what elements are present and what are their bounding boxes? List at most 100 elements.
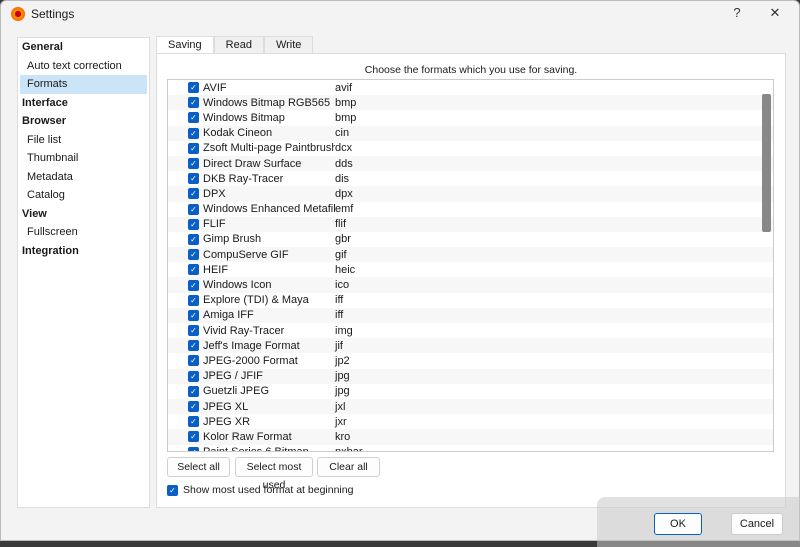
sidebar-item-fullscreen[interactable]: Fullscreen [18,223,149,242]
format-extension: pxbar [335,446,363,451]
checkbox-checked-icon[interactable]: ✓ [188,401,199,413]
format-row[interactable]: ✓ Amiga IFF iff [168,307,773,323]
format-row[interactable]: ✓ Windows Bitmap RGB565 bmp [168,95,773,111]
format-extension: jxr [335,415,347,428]
checkbox-checked-icon[interactable]: ✓ [188,355,199,367]
format-extension: cin [335,127,350,140]
format-extension: jpg [335,385,350,398]
select-all-button[interactable]: Select all [167,457,230,477]
format-row[interactable]: ✓ Windows Icon ico [168,277,773,293]
sidebar-item-browser[interactable]: Browser [18,112,149,131]
checkbox-checked-icon[interactable]: ✓ [188,249,199,261]
format-extension: bmp [335,111,357,124]
checkbox-checked-icon[interactable]: ✓ [188,173,199,185]
saving-pane: Choose the formats which you use for sav… [156,53,786,508]
checkbox-checked-icon[interactable]: ✓ [188,279,199,291]
format-tabs: Saving Read Write [156,36,314,54]
checkbox-checked-icon[interactable]: ✓ [188,416,199,428]
tab-saving[interactable]: Saving [156,36,214,54]
format-row[interactable]: ✓ Kolor Raw Format kro [168,429,773,445]
checkbox-checked-icon[interactable]: ✓ [188,203,199,215]
help-button[interactable]: ? [727,5,747,23]
checkbox-checked-icon[interactable]: ✓ [188,309,199,321]
format-name: Amiga IFF [203,309,254,322]
tab-read[interactable]: Read [213,36,264,53]
format-row[interactable]: ✓ HEIF heic [168,262,773,277]
checkbox-checked-icon[interactable]: ✓ [188,446,199,451]
format-row[interactable]: ✓ JPEG / JFIF jpg [168,368,773,384]
format-row[interactable]: ✓ Explore (TDI) & Maya iff [168,293,773,308]
format-row[interactable]: ✓ FLIF flif [168,216,773,232]
format-extension: heic [335,263,356,276]
sidebar-item-formats[interactable]: Formats [20,75,147,94]
format-row[interactable]: ✓ Windows Enhanced Metafile emf [168,202,773,217]
list-scrollbar[interactable] [762,94,771,232]
format-extension: avif [335,81,353,94]
format-name: Gimp Brush [203,233,262,246]
format-name: Windows Bitmap RGB565 [203,96,331,109]
checkbox-checked-icon[interactable]: ✓ [188,294,199,306]
sidebar-item-catalog[interactable]: Catalog [18,186,149,205]
checkbox-checked-icon[interactable]: ✓ [188,264,199,276]
format-row[interactable]: ✓ JPEG-2000 Format jp2 [168,353,773,368]
checkbox-checked-icon[interactable]: ✓ [188,142,199,154]
format-extension: ico [335,279,350,292]
tab-write[interactable]: Write [263,36,314,53]
checkbox-checked-icon[interactable]: ✓ [167,484,178,496]
format-row[interactable]: ✓ JPEG XR jxr [168,414,773,429]
checkbox-checked-icon[interactable]: ✓ [188,218,199,230]
sidebar-item-auto-text-correction[interactable]: Auto text correction [18,57,149,76]
format-name: JPEG XL [203,400,249,413]
sidebar-item-integration[interactable]: Integration [18,242,149,261]
format-extension: jpg [335,370,350,383]
format-name: JPEG XR [203,415,251,428]
format-extension: kro [335,430,351,443]
format-extension: iff [335,294,344,307]
sidebar-item-file-list[interactable]: File list [18,131,149,150]
format-row[interactable]: ✓ Direct Draw Surface dds [168,155,773,172]
format-row[interactable]: ✓ Kodak Cineon cin [168,125,773,141]
format-row[interactable]: ✓ DKB Ray-Tracer dis [168,171,773,186]
format-row[interactable]: ✓ JPEG XL jxl [168,398,773,415]
format-name: Windows Enhanced Metafile [203,203,335,216]
format-name: Zsoft Multi-page Paintbrush [203,142,335,155]
sidebar-item-metadata[interactable]: Metadata [18,168,149,187]
checkbox-checked-icon[interactable]: ✓ [188,325,199,337]
checkbox-checked-icon[interactable]: ✓ [188,112,199,124]
show-most-used-label: Show most used format at beginning [183,484,354,496]
format-row[interactable]: ✓ Guetzli JPEG jpg [168,384,773,399]
checkbox-checked-icon[interactable]: ✓ [188,233,199,245]
checkbox-checked-icon[interactable]: ✓ [188,340,199,352]
sidebar-item-general[interactable]: General [18,38,149,57]
checkbox-checked-icon[interactable]: ✓ [188,385,199,397]
sidebar-item-interface[interactable]: Interface [18,94,149,113]
format-row[interactable]: ✓ DPX dpx [168,186,773,202]
checkbox-checked-icon[interactable]: ✓ [188,97,199,109]
checkbox-checked-icon[interactable]: ✓ [188,158,199,170]
close-button[interactable]: ✕ [765,5,785,23]
format-row[interactable]: ✓ CompuServe GIF gif [168,247,773,263]
checkbox-checked-icon[interactable]: ✓ [188,82,199,94]
format-name: Vivid Ray-Tracer [203,324,285,337]
show-most-used-checkbox[interactable]: ✓ Show most used format at beginning [167,484,353,496]
checkbox-checked-icon[interactable]: ✓ [188,127,199,139]
checkbox-checked-icon[interactable]: ✓ [188,370,199,382]
format-row[interactable]: ✓ Windows Bitmap bmp [168,110,773,125]
app-logo-icon [11,7,25,21]
select-most-used-button[interactable]: Select most used [235,457,313,491]
format-row[interactable]: ✓ Vivid Ray-Tracer img [168,323,773,338]
format-row[interactable]: ✓ Jeff's Image Format jif [168,338,773,354]
sidebar-item-view[interactable]: View [18,205,149,224]
clear-all-button[interactable]: Clear all [317,457,380,477]
format-row[interactable]: ✓ Zsoft Multi-page Paintbrush dcx [168,141,773,156]
checkbox-checked-icon[interactable]: ✓ [188,188,199,200]
checkbox-checked-icon[interactable]: ✓ [188,431,199,443]
sidebar-item-thumbnail[interactable]: Thumbnail [18,149,149,168]
ok-button[interactable]: OK [654,513,702,535]
cancel-button[interactable]: Cancel [731,513,783,535]
settings-window: Settings ? ✕ General Auto text correction… [0,0,800,541]
format-row[interactable]: ✓ Paint Series 6 Bitmappxbar [168,445,773,451]
format-row[interactable]: ✓ Gimp Brush gbr [168,232,773,247]
title-bar: Settings ? ✕ [1,1,799,27]
format-row[interactable]: ✓ AVIF avif [168,80,773,95]
